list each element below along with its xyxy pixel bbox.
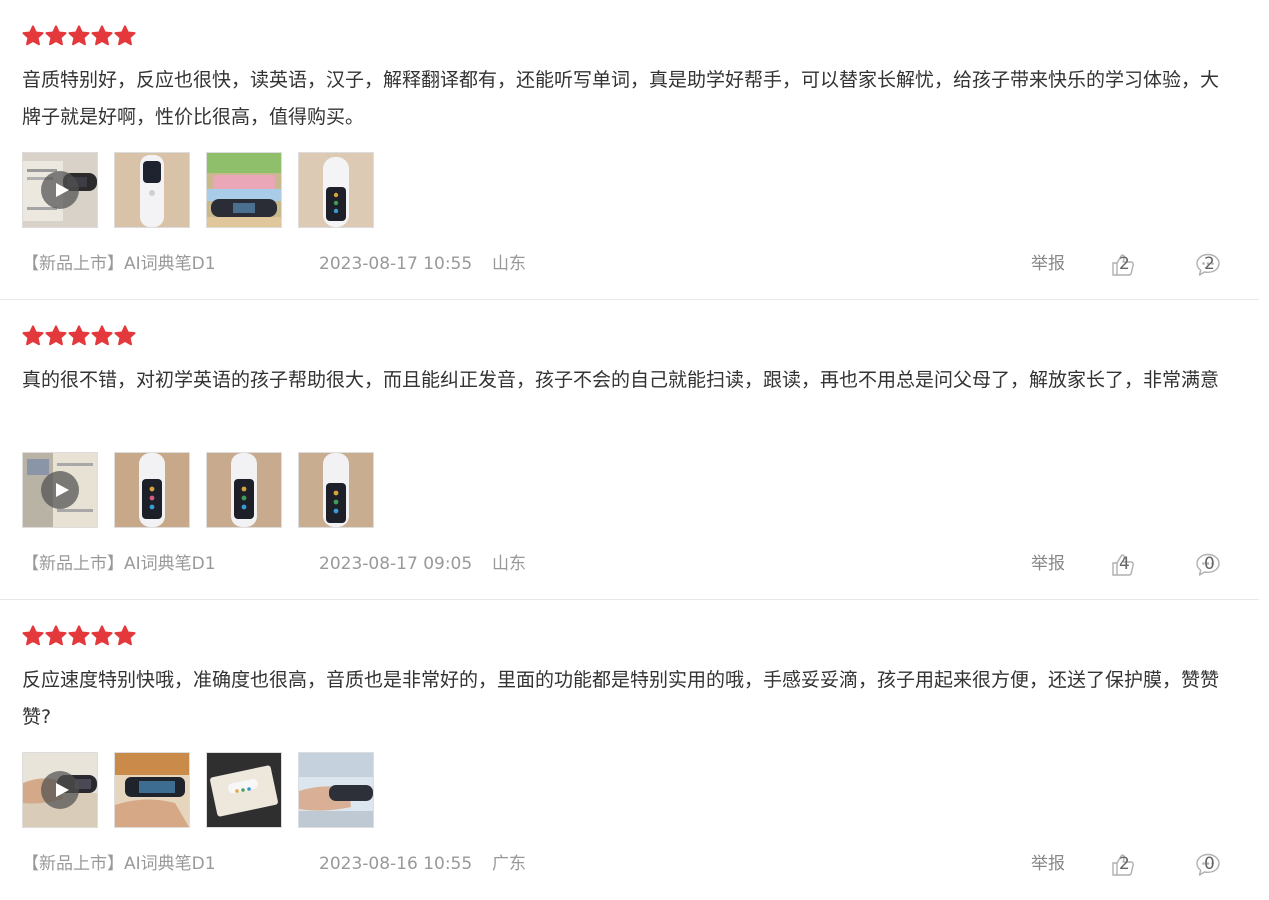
star-icon [68, 325, 90, 347]
review-region: 山东 [492, 554, 526, 574]
product-variant-label: 【新品上市】AI词典笔D1 [22, 554, 216, 574]
photo-pen-in-box [207, 753, 281, 827]
review-video-thumbnail[interactable] [22, 152, 98, 228]
product-variant-label: 【新品上市】AI词典笔D1 [22, 254, 216, 274]
star-icon [22, 625, 44, 647]
review-photos [22, 152, 374, 228]
star-icon [68, 625, 90, 647]
report-link[interactable]: 举报 [1031, 852, 1065, 876]
star-rating [22, 625, 136, 647]
comment-count: 2 [1204, 254, 1215, 274]
like-button[interactable]: 2 [1110, 852, 1136, 878]
play-icon [41, 771, 79, 809]
review-text: 反应速度特别快哦，准确度也很高，音质也是非常好的，里面的功能都是特别实用的哦，手… [22, 669, 1220, 728]
review-time: 2023-08-17 10:55 [319, 254, 473, 274]
star-icon [68, 25, 90, 47]
star-rating [22, 325, 136, 347]
comment-button[interactable]: 2 [1195, 252, 1221, 278]
star-icon [22, 25, 44, 47]
star-icon [114, 325, 136, 347]
photo-pen-screen-on [299, 153, 373, 227]
star-icon [45, 25, 67, 47]
play-icon [41, 171, 79, 209]
review-photo-thumbnail[interactable] [114, 152, 190, 228]
review-region: 山东 [492, 254, 526, 274]
report-link[interactable]: 举报 [1031, 252, 1065, 276]
star-icon [114, 25, 136, 47]
review-photo-thumbnail[interactable] [114, 452, 190, 528]
star-icon [45, 325, 67, 347]
like-count: 2 [1119, 854, 1130, 874]
star-icon [22, 325, 44, 347]
review-time: 2023-08-16 10:55 [319, 854, 473, 874]
review-video-thumbnail[interactable] [22, 452, 98, 528]
comment-button[interactable]: 0 [1195, 852, 1221, 878]
review-photo-thumbnail[interactable] [298, 752, 374, 828]
comment-count: 0 [1204, 554, 1215, 574]
photo-pen-on-colorful-book [207, 153, 281, 227]
comment-button[interactable]: 0 [1195, 552, 1221, 578]
product-variant-label: 【新品上市】AI词典笔D1 [22, 854, 216, 874]
photo-pen-front [207, 453, 281, 527]
star-icon [91, 625, 113, 647]
review-photos [22, 452, 374, 528]
like-button[interactable]: 4 [1110, 552, 1136, 578]
review-photo-thumbnail[interactable] [114, 752, 190, 828]
like-count: 2 [1119, 254, 1130, 274]
review-photo-thumbnail[interactable] [298, 152, 374, 228]
review-time: 2023-08-17 09:05 [319, 554, 473, 574]
comment-count: 0 [1204, 854, 1215, 874]
review-meta: 【新品上市】AI词典笔D1 2023-08-17 10:55 山东 举报 2 2 [0, 252, 1259, 276]
review-photo-thumbnail[interactable] [298, 452, 374, 528]
review-meta: 【新品上市】AI词典笔D1 2023-08-16 10:55 广东 举报 2 0 [0, 852, 1259, 876]
review-photo-thumbnail[interactable] [206, 152, 282, 228]
like-button[interactable]: 2 [1110, 252, 1136, 278]
review-item: 音质特别好，反应也很快，读英语，汉子，解释翻译都有，还能听写单词，真是助学好帮手… [0, 0, 1259, 300]
review-photo-thumbnail[interactable] [206, 452, 282, 528]
photo-pen-front [299, 453, 373, 527]
star-rating [22, 25, 136, 47]
play-icon [41, 471, 79, 509]
review-item: 反应速度特别快哦，准确度也很高，音质也是非常好的，里面的功能都是特别实用的哦，手… [0, 600, 1259, 900]
photo-pen-front [115, 453, 189, 527]
photo-pen-front [115, 153, 189, 227]
photo-hand-holding-pen-screen [115, 753, 189, 827]
review-photos [22, 752, 374, 828]
review-text: 真的很不错，对初学英语的孩子帮助很大，而且能纠正发音，孩子不会的自己就能扫读，跟… [22, 369, 1220, 391]
photo-pen-in-hand [299, 753, 373, 827]
star-icon [91, 25, 113, 47]
review-meta: 【新品上市】AI词典笔D1 2023-08-17 09:05 山东 举报 4 0 [0, 552, 1259, 576]
review-region: 广东 [492, 854, 526, 874]
review-text: 音质特别好，反应也很快，读英语，汉子，解释翻译都有，还能听写单词，真是助学好帮手… [22, 69, 1220, 128]
review-list: 音质特别好，反应也很快，读英语，汉子，解释翻译都有，还能听写单词，真是助学好帮手… [0, 0, 1259, 900]
star-icon [114, 625, 136, 647]
review-photo-thumbnail[interactable] [206, 752, 282, 828]
review-video-thumbnail[interactable] [22, 752, 98, 828]
star-icon [91, 325, 113, 347]
review-item: 真的很不错，对初学英语的孩子帮助很大，而且能纠正发音，孩子不会的自己就能扫读，跟… [0, 300, 1259, 600]
report-link[interactable]: 举报 [1031, 552, 1065, 576]
star-icon [45, 625, 67, 647]
like-count: 4 [1119, 554, 1130, 574]
